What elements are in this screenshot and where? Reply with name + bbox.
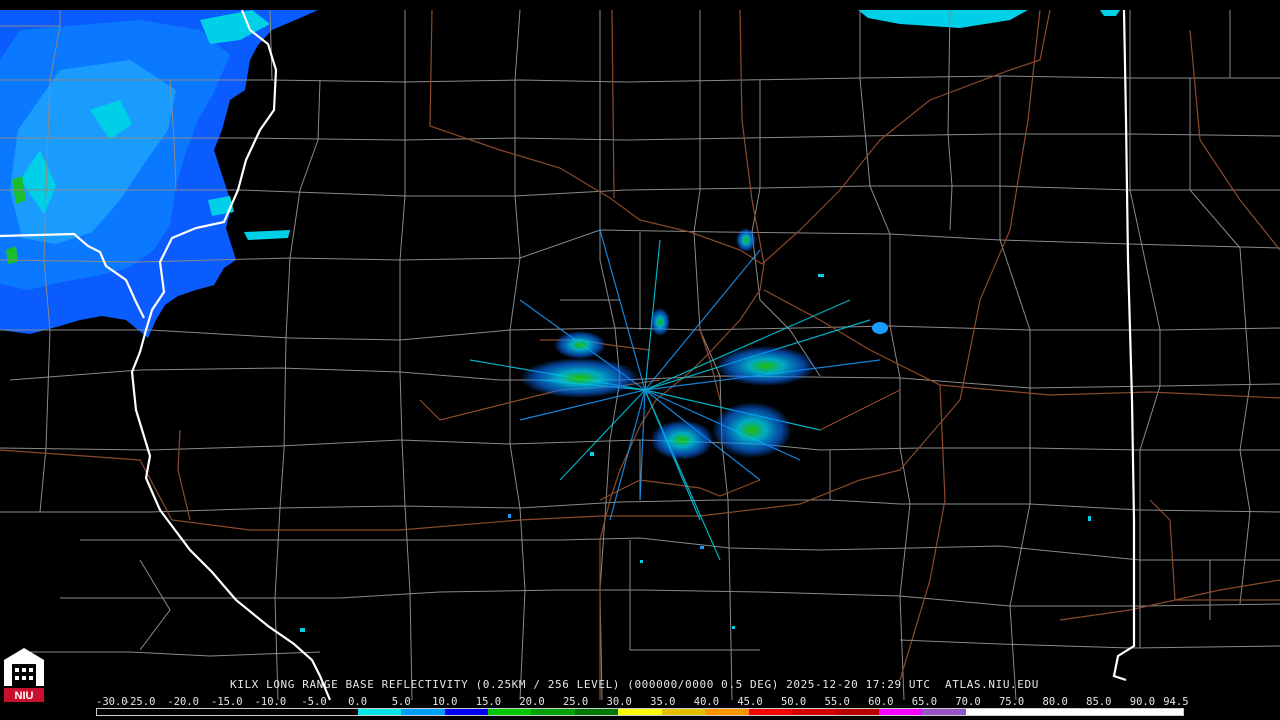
colorbar-segment [227,709,271,715]
scale-label: -20.0 [167,696,199,708]
scale-label: 15.0 [475,696,502,708]
colorbar-segment [531,709,575,715]
scale-label: 80.0 [1042,696,1068,708]
colorbar-segment [574,709,619,715]
colorbar-segment [922,709,966,715]
colorbar-segment [401,709,445,715]
reflectivity-colorbar [96,708,1184,716]
colorbar-segment [444,709,488,715]
scale-label: 45.0 [737,696,763,708]
scale-label: 5.0 [391,696,411,708]
niu-logo: NIU [4,648,44,702]
radar-echoes [300,228,1091,632]
precipitation-area-northwest [0,10,318,338]
colorbar-segment [661,709,706,715]
radar-map [0,9,1280,701]
scale-label: 55.0 [824,696,850,708]
scale-label: -10.0 [254,696,287,708]
scale-label: -15.0 [210,696,243,708]
niu-logo-text: NIU [15,690,34,702]
colorbar-segment [1096,709,1140,715]
colorbar-segment [140,709,184,715]
colorbar-segment [183,709,228,715]
clutter-spokes [469,229,881,561]
scale-label: -25.0 [123,696,156,708]
scale-label: 94.5 [1163,696,1189,708]
colorbar-segment [487,709,532,715]
colorbar-segment [1052,709,1097,715]
scale-label: 20.0 [519,696,545,708]
colorbar-segment [965,709,1010,715]
colorbar-segment [878,709,923,715]
colorbar-segment [748,709,792,715]
scale-label: 70.0 [955,696,981,708]
scale-label: 65.0 [911,696,938,708]
scale-label: 60.0 [868,696,894,708]
scale-label: 90.0 [1129,696,1156,708]
scale-label: 75.0 [998,696,1025,708]
scale-label: 50.0 [780,696,807,708]
colorbar-segment [314,709,358,715]
niu-tower-logo-icon [4,648,44,686]
colorbar-segment [705,709,749,715]
scale-label: 0.0 [348,696,368,708]
colorbar-segment [618,709,662,715]
scale-label: 85.0 [1086,696,1112,708]
colorbar-segment [270,709,315,715]
colorbar-segment [1139,709,1183,715]
colorbar-segment [97,709,141,715]
precipitation-area-north [858,10,1120,28]
colorbar-segment [357,709,402,715]
colorbar-segment [792,709,836,715]
colorbar-segment [835,709,879,715]
scale-label: 35.0 [650,696,676,708]
scale-label: 25.0 [562,696,589,708]
scale-label: -5.0 [301,696,327,708]
scale-label: 40.0 [693,696,720,708]
colorbar-segment [1009,709,1053,715]
product-caption: KILX LONG RANGE BASE REFLECTIVITY (0.25K… [230,678,1039,691]
scale-label: 10.0 [432,696,458,708]
scale-label: 30.0 [606,696,632,708]
